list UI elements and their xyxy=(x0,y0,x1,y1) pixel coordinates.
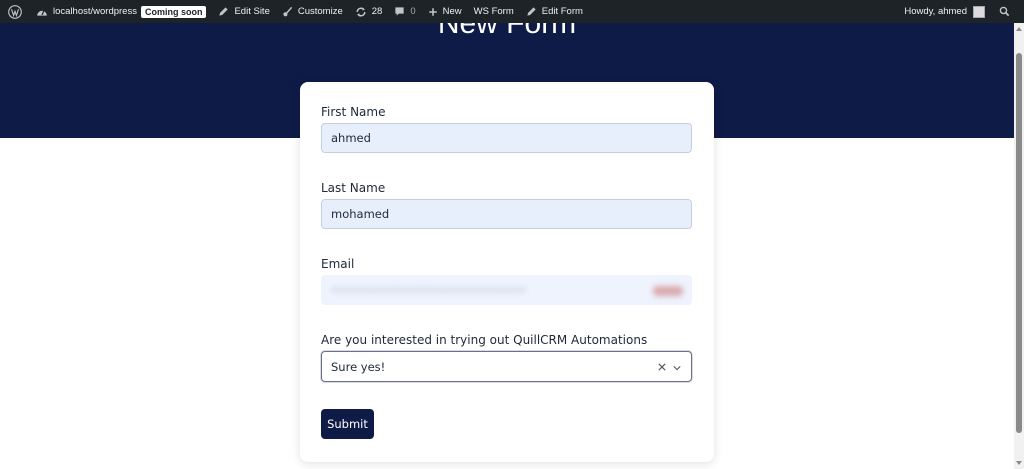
last-name-label: Last Name xyxy=(321,181,386,195)
wordpress-logo-icon[interactable] xyxy=(0,0,30,23)
updates-icon xyxy=(355,6,367,18)
plus-icon xyxy=(428,7,438,17)
updates-link[interactable]: 28 xyxy=(349,0,389,23)
comment-icon xyxy=(394,6,405,17)
ws-form-link[interactable]: WS Form xyxy=(468,0,520,23)
new-content-link[interactable]: New xyxy=(422,0,468,23)
customize-label: Customize xyxy=(297,6,343,17)
updates-count: 28 xyxy=(371,6,383,17)
comments-count: 0 xyxy=(410,6,416,17)
interest-select[interactable]: Sure yes! xyxy=(321,351,692,382)
new-label: New xyxy=(442,6,462,17)
page-title: New Form xyxy=(437,23,577,40)
comments-link[interactable]: 0 xyxy=(388,0,421,23)
select-controls xyxy=(658,352,681,381)
email-value-redacted: •••••••••••••••••••••••••••••• xyxy=(331,283,526,297)
email-input[interactable]: •••••••••••••••••••••••••••••• xyxy=(321,275,692,305)
interest-label: Are you interested in trying out QuillCR… xyxy=(321,333,648,347)
dashboard-icon xyxy=(36,7,48,17)
page-scrollbar[interactable] xyxy=(1014,23,1024,469)
email-label: Email xyxy=(321,257,355,271)
redacted-tag xyxy=(653,286,683,296)
scroll-up-arrow-icon[interactable] xyxy=(1016,27,1022,31)
form-card: First Name ahmed Last Name mohamed Email… xyxy=(300,82,714,462)
my-account-menu[interactable]: Howdy, ahmed xyxy=(898,0,991,23)
interest-selected-value: Sure yes! xyxy=(331,359,386,374)
ws-form-label: WS Form xyxy=(473,6,514,17)
brush-icon xyxy=(282,6,293,17)
edit-site-label: Edit Site xyxy=(234,6,270,17)
adminbar-secondary: Howdy, ahmed xyxy=(898,0,1024,23)
scroll-down-arrow-icon[interactable] xyxy=(1016,461,1022,465)
edit-site-link[interactable]: Edit Site xyxy=(212,0,275,23)
edit-form-link[interactable]: Edit Form xyxy=(520,0,589,23)
avatar xyxy=(973,5,985,18)
pencil-icon xyxy=(218,6,229,17)
clear-icon[interactable] xyxy=(658,360,666,374)
search-toggle[interactable] xyxy=(991,0,1024,23)
last-name-value: mohamed xyxy=(331,207,390,221)
wp-admin-bar: localhost/wordpress Coming soon Edit Sit… xyxy=(0,0,1024,23)
last-name-input[interactable]: mohamed xyxy=(321,199,692,229)
coming-soon-badge: Coming soon xyxy=(140,5,207,18)
site-name: localhost/wordpress xyxy=(53,6,137,17)
first-name-input[interactable]: ahmed xyxy=(321,123,692,153)
site-name-menu[interactable]: localhost/wordpress Coming soon xyxy=(30,0,212,23)
edit-form-label: Edit Form xyxy=(541,6,583,17)
pencil-icon xyxy=(526,6,537,17)
search-icon xyxy=(999,6,1010,17)
submit-button[interactable]: Submit xyxy=(321,409,374,439)
scroll-thumb[interactable] xyxy=(1016,53,1022,433)
chevron-down-icon[interactable] xyxy=(673,360,681,374)
first-name-label: First Name xyxy=(321,105,386,119)
first-name-value: ahmed xyxy=(331,131,371,145)
customize-link[interactable]: Customize xyxy=(276,0,349,23)
howdy-label: Howdy, ahmed xyxy=(904,6,967,17)
